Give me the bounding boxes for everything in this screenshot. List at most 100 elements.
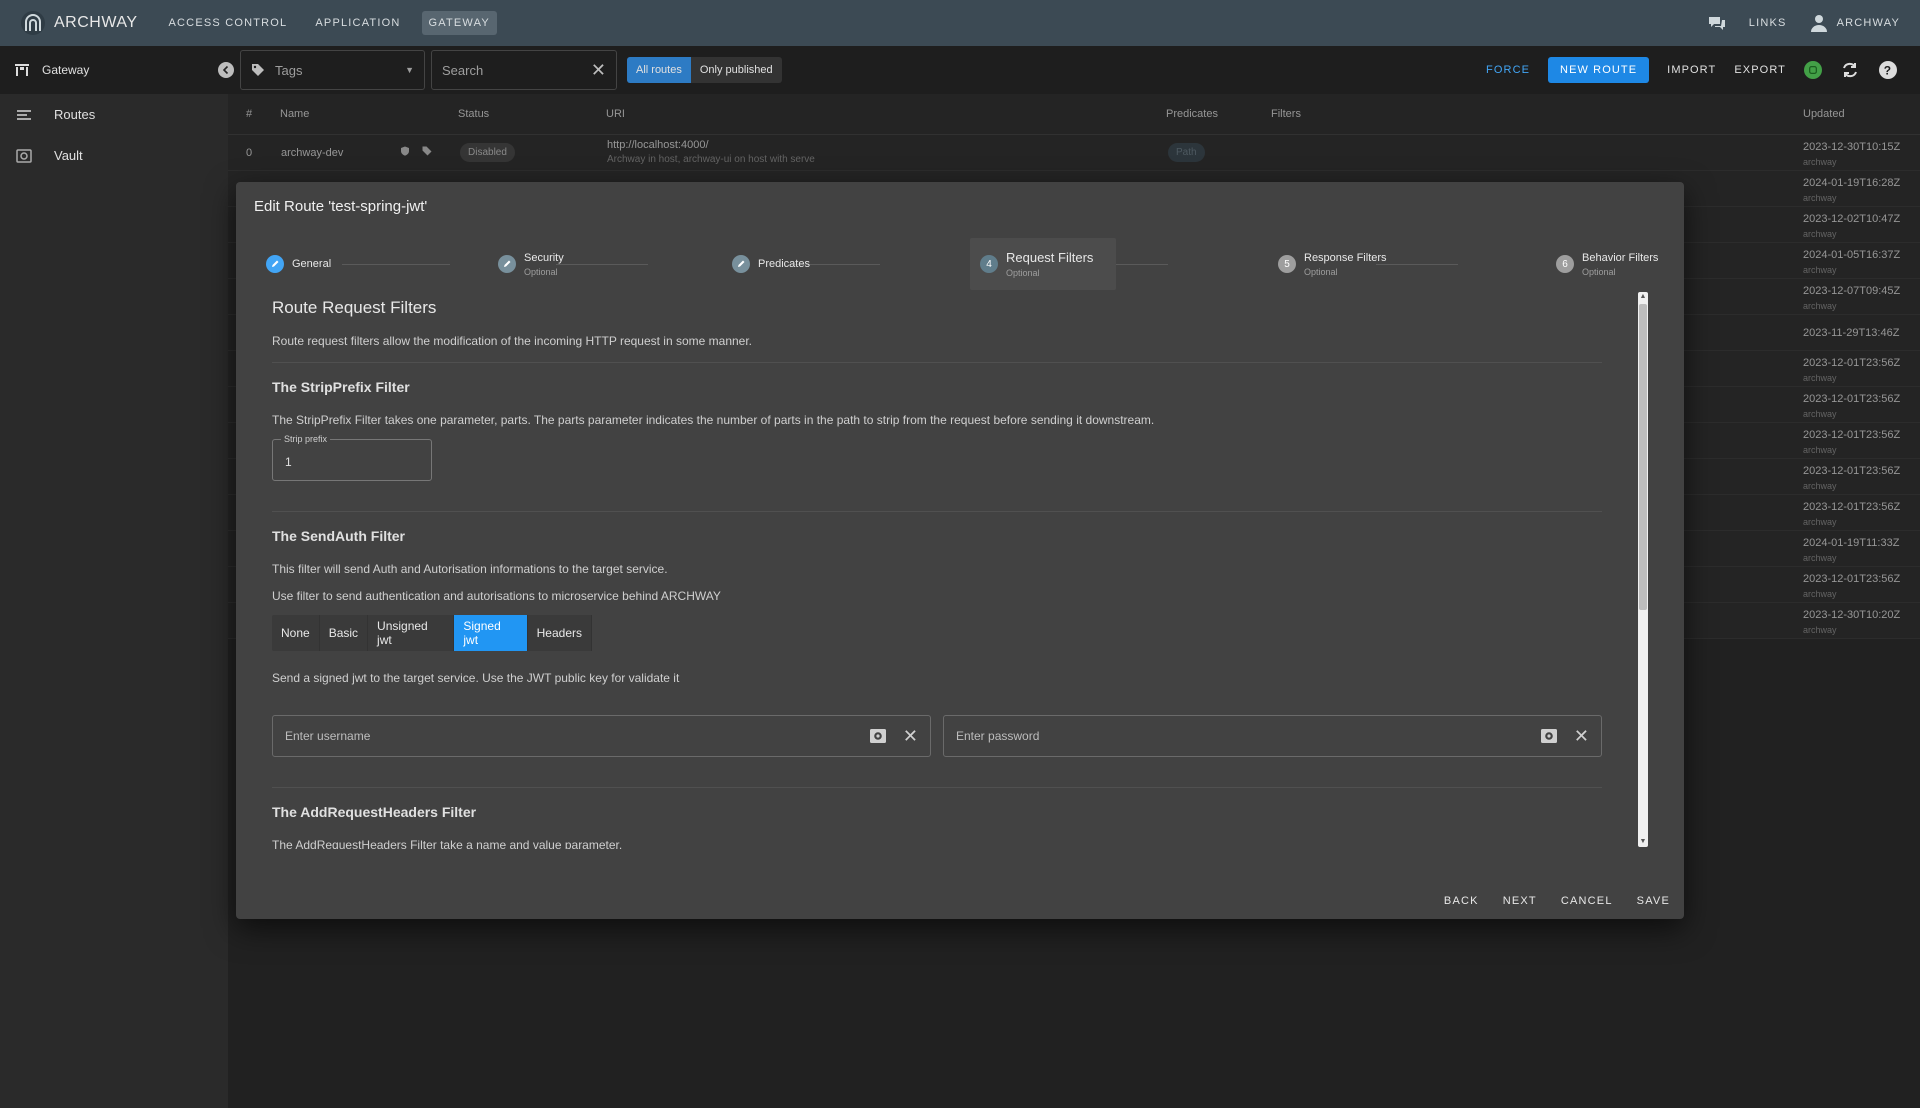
help-icon[interactable]: ? (1878, 60, 1898, 80)
strip-prefix-value: 1 (285, 455, 292, 469)
section-title-text: Gateway (42, 63, 90, 77)
scroll-thumb[interactable] (1639, 304, 1647, 610)
step-label: Behavior Filters (1582, 251, 1659, 264)
step-optional: Optional (1304, 266, 1338, 277)
step-optional: Optional (1006, 268, 1040, 278)
step-number: 4 (980, 255, 998, 273)
force-button[interactable]: FORCE (1486, 64, 1530, 76)
stepper: General Security Optional Predicates 4 Re… (256, 238, 1676, 290)
step-request-filters[interactable]: 4 Request Filters Optional (970, 238, 1116, 290)
back-button[interactable]: BACK (1444, 895, 1479, 907)
step-behavior-filters[interactable]: 6 Behavior Filters Optional (1546, 238, 1668, 290)
strip-prefix-label: Strip prefix (281, 434, 331, 444)
export-button[interactable]: EXPORT (1734, 64, 1786, 76)
links-menu[interactable]: LINKS (1749, 17, 1787, 29)
auth-mode-basic[interactable]: Basic (320, 615, 369, 651)
tag-icon (252, 64, 264, 76)
password-field[interactable]: Enter password ✕ (943, 715, 1602, 757)
step-number: 5 (1278, 255, 1296, 273)
gateway-icon (15, 64, 29, 76)
chat-icon[interactable] (1707, 13, 1727, 33)
gateway-status-icon[interactable] (1804, 61, 1822, 79)
search-input[interactable]: Search ✕ (431, 50, 617, 90)
addheaders-title: The AddRequestHeaders Filter (272, 804, 477, 820)
clear-search-icon[interactable]: ✕ (591, 60, 606, 81)
auth-mode-unsigned-jwt[interactable]: Unsigned jwt (368, 615, 455, 651)
app-bar: ARCHWAY ACCESS CONTROL APPLICATION GATEW… (0, 0, 1920, 46)
route-filter-toggle: All routes Only published (627, 57, 782, 83)
step-optional: Optional (1582, 266, 1616, 277)
sidebar-item-label: Vault (54, 148, 83, 163)
auth-mode-signed-jwt[interactable]: Signed jwt (454, 615, 528, 651)
archway-logo-icon (21, 11, 45, 35)
edit-icon (732, 255, 750, 273)
nav-application[interactable]: APPLICATION (308, 11, 407, 35)
toggle-only-published[interactable]: Only published (691, 57, 782, 83)
sidebar: Routes Vault (0, 94, 228, 1108)
auth-mode-headers[interactable]: Headers (528, 615, 592, 651)
step-label: Response Filters (1304, 251, 1387, 264)
tags-placeholder: Tags (275, 62, 303, 78)
sendauth-desc-1: This filter will send Auth and Autorisat… (272, 562, 668, 576)
toggle-all-routes[interactable]: All routes (627, 57, 691, 83)
chevron-left-icon (222, 65, 229, 75)
section-heading: Route Request Filters (272, 298, 437, 317)
section-title: Gateway (0, 62, 210, 78)
addheaders-desc: The AddRequestHeaders Filter take a name… (272, 838, 623, 849)
sidebar-item-label: Routes (54, 107, 96, 122)
strip-prefix-desc: The StripPrefix Filter takes one paramet… (272, 413, 1155, 427)
tags-select[interactable]: Tags ▼ (240, 50, 425, 90)
chevron-down-icon: ▼ (405, 65, 414, 75)
sidebar-item-vault[interactable]: Vault (0, 135, 228, 176)
nav-gateway[interactable]: GATEWAY (421, 11, 497, 35)
scroll-up-icon[interactable]: ▲ (1639, 293, 1647, 301)
strip-prefix-title: The StripPrefix Filter (272, 379, 410, 395)
clear-password-icon[interactable]: ✕ (1574, 726, 1589, 747)
user-name: ARCHWAY (1836, 17, 1900, 29)
dialog-title: Edit Route 'test-spring-jwt' (254, 198, 428, 215)
brand-name: ARCHWAY (54, 14, 138, 31)
nav-access-control[interactable]: ACCESS CONTROL (162, 11, 295, 35)
gateway-toolbar: Gateway Tags ▼ Search ✕ All routes Only … (0, 46, 1920, 94)
import-button[interactable]: IMPORT (1667, 64, 1716, 76)
password-placeholder: Enter password (956, 729, 1040, 743)
step-response-filters[interactable]: 5 Response Filters Optional (1268, 238, 1397, 290)
username-placeholder: Enter username (285, 729, 371, 743)
sidebar-item-routes[interactable]: Routes (0, 94, 228, 135)
step-predicates[interactable]: Predicates (722, 238, 820, 290)
username-field[interactable]: Enter username ✕ (272, 715, 931, 757)
step-label: Security (524, 251, 564, 264)
step-security[interactable]: Security Optional (488, 238, 574, 290)
brand-logo[interactable]: ARCHWAY (20, 10, 138, 36)
edit-icon (498, 255, 516, 273)
new-route-button[interactable]: NEW ROUTE (1548, 57, 1650, 83)
scroll-down-icon[interactable]: ▼ (1639, 838, 1647, 846)
user-menu[interactable]: ARCHWAY (1809, 13, 1900, 33)
auth-mode-none[interactable]: None (272, 615, 320, 651)
search-placeholder: Search (442, 62, 484, 78)
save-button[interactable]: SAVE (1637, 895, 1670, 907)
sendauth-mode-group: None Basic Unsigned jwt Signed jwt Heade… (272, 615, 592, 651)
auth-mode-desc: Send a signed jwt to the target service.… (272, 671, 680, 685)
strip-prefix-input[interactable]: Strip prefix 1 (272, 434, 432, 481)
vault-icon (16, 148, 32, 163)
clear-username-icon[interactable]: ✕ (903, 726, 918, 747)
dialog-content[interactable]: Route Request Filters Route request filt… (272, 294, 1602, 849)
routes-icon (17, 109, 31, 120)
collapse-sidebar-button[interactable] (218, 62, 234, 78)
section-intro: Route request filters allow the modifica… (272, 334, 753, 348)
vault-lookup-icon[interactable] (1540, 727, 1558, 745)
dialog-actions: BACK NEXT CANCEL SAVE (1444, 895, 1670, 907)
sendauth-desc-2: Use filter to send authentication and au… (272, 589, 721, 603)
step-number: 6 (1556, 255, 1574, 273)
vault-lookup-icon[interactable] (869, 727, 887, 745)
step-optional: Optional (524, 266, 558, 277)
dialog-scrollbar[interactable]: ▲ ▼ (1638, 292, 1648, 847)
refresh-icon[interactable] (1840, 60, 1860, 80)
step-label: Request Filters (1006, 250, 1094, 265)
cancel-button[interactable]: CANCEL (1561, 895, 1613, 907)
next-button[interactable]: NEXT (1503, 895, 1537, 907)
edit-route-dialog: Edit Route 'test-spring-jwt' General Sec… (236, 182, 1684, 919)
step-general[interactable]: General (256, 238, 341, 290)
user-icon (1809, 13, 1829, 33)
